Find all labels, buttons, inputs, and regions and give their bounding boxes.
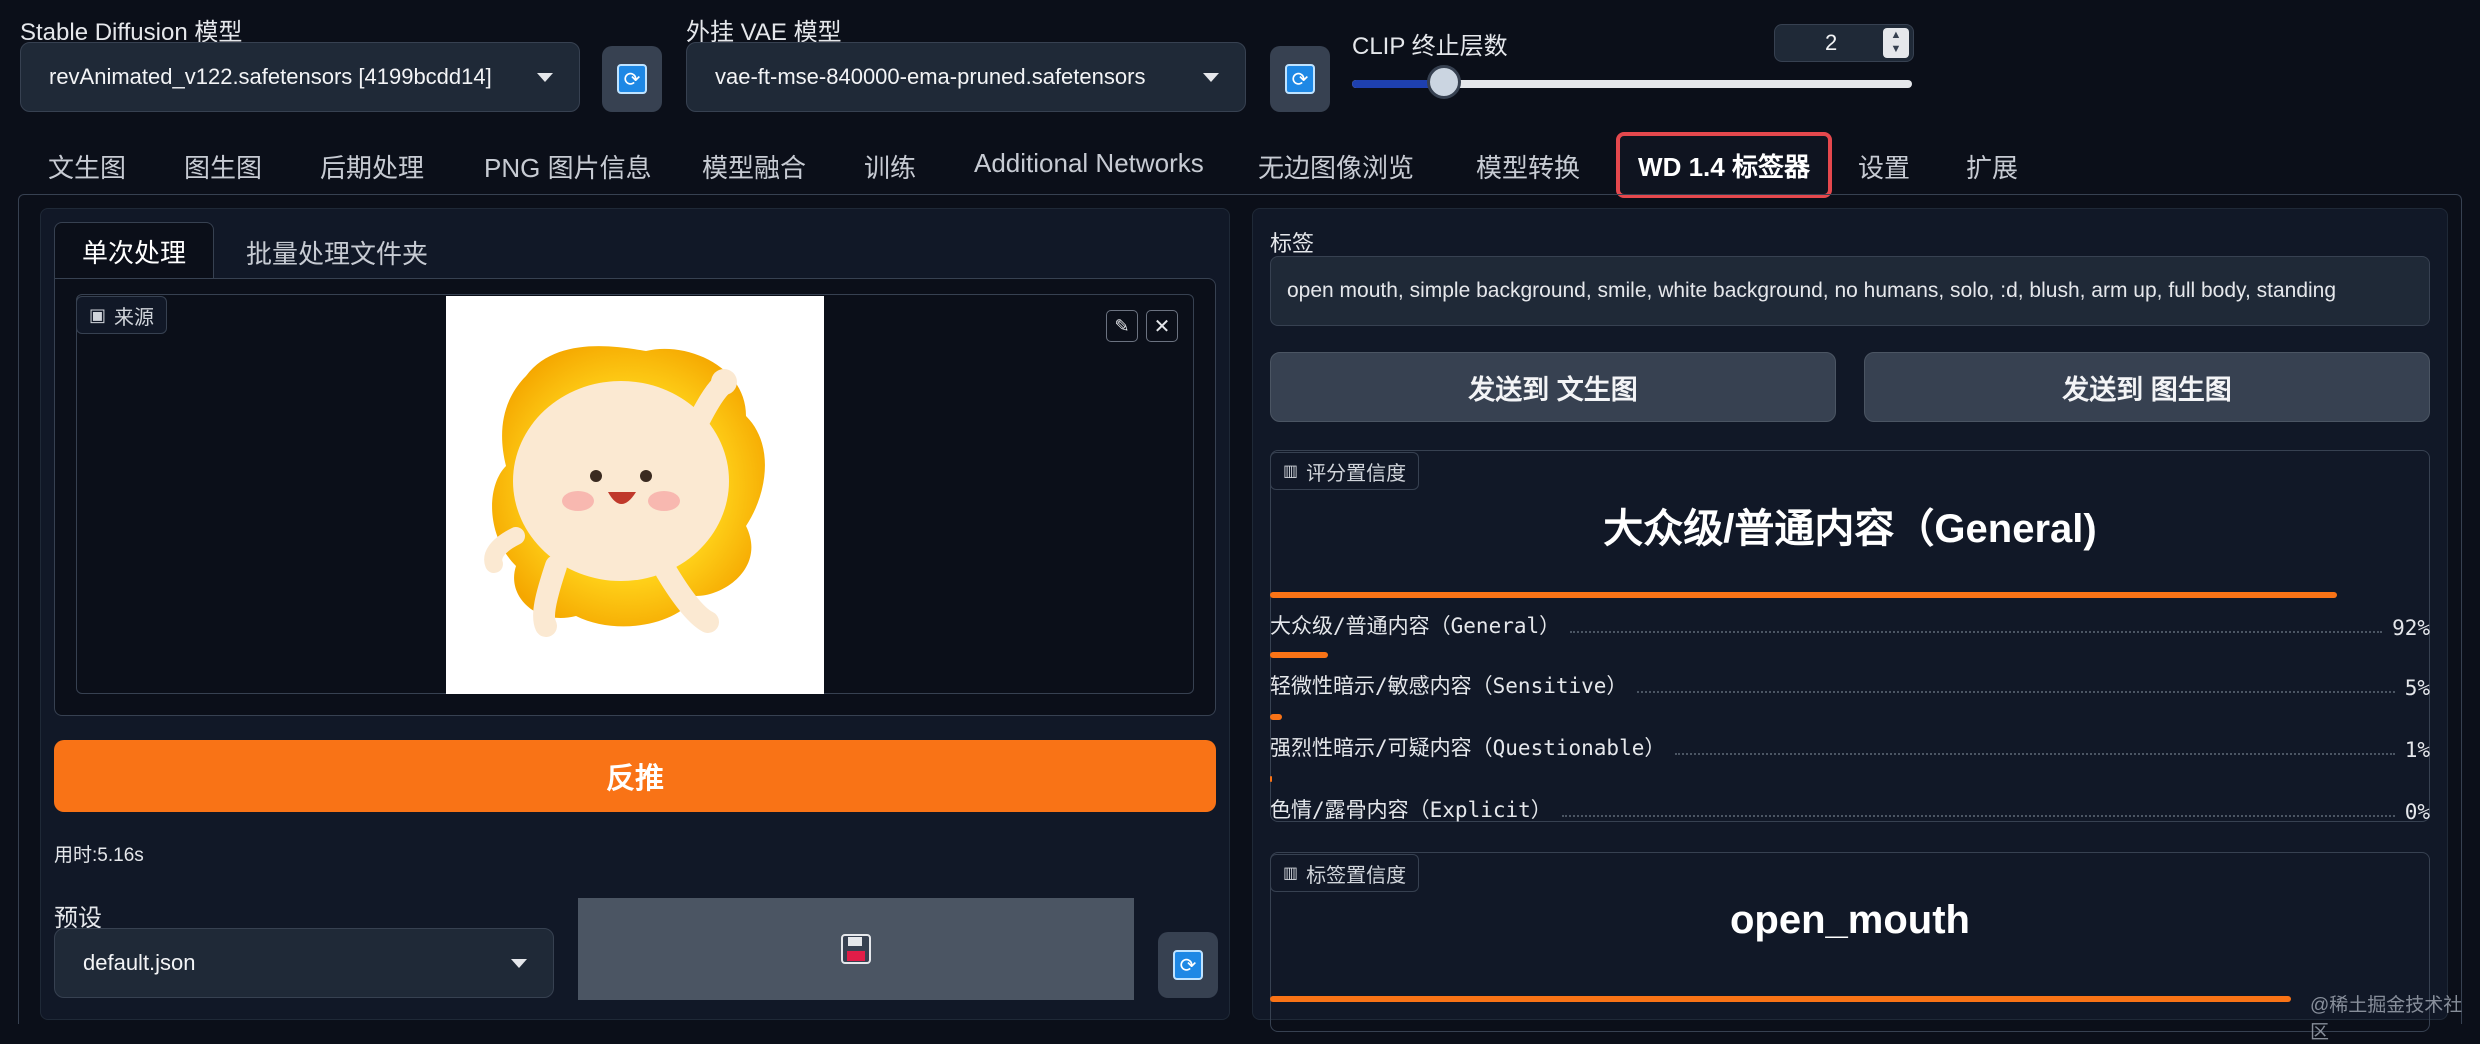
- rating-row-pct: 1%: [2404, 738, 2430, 762]
- vae-select[interactable]: vae-ft-mse-840000-ema-pruned.safetensors: [686, 42, 1246, 112]
- watermark: @稀土掘金技术社区: [2310, 995, 2463, 1043]
- rating-bar: [1270, 714, 1282, 720]
- preset-refresh-button[interactable]: ⟳: [1158, 932, 1218, 998]
- tag-top-label: open_mouth: [1730, 898, 1970, 942]
- rating-badge: ▥ 评分置信度: [1270, 452, 1420, 490]
- clip-number-input[interactable]: 2 ▲ ▼: [1774, 24, 1914, 62]
- tab-merge[interactable]: 模型融合: [702, 148, 806, 185]
- close-icon[interactable]: ✕: [1146, 310, 1178, 342]
- tab-wd14-tagger[interactable]: WD 1.4 标签器: [1616, 132, 1832, 198]
- rating-top-label: 大众级/普通内容（General): [1603, 507, 2097, 551]
- tag-confidence-label: 标签置信度: [1306, 864, 1407, 887]
- edit-icon[interactable]: ✎: [1106, 310, 1138, 342]
- clip-value: 2: [1825, 30, 1838, 55]
- rating-row-label: 轻微性暗示/敏感内容（Sensitive）: [1270, 674, 1628, 698]
- tab-extras[interactable]: 后期处理: [320, 148, 424, 185]
- rating-bar: [1270, 592, 2338, 598]
- floppy-icon: [841, 934, 871, 964]
- rating-bar: [1270, 652, 1328, 658]
- tab-txt2img[interactable]: 文生图: [48, 148, 126, 185]
- source-label: 来源: [114, 306, 155, 329]
- tab-train[interactable]: 训练: [864, 148, 916, 185]
- refresh-icon: ⟳: [617, 64, 647, 94]
- tag-confidence-badge: ▥ 标签置信度: [1270, 854, 1420, 892]
- refresh-icon: ⟳: [1173, 950, 1203, 980]
- vae-refresh-button[interactable]: ⟳: [1270, 46, 1330, 112]
- tab-png-info[interactable]: PNG 图片信息: [484, 148, 652, 185]
- vae-value: vae-ft-mse-840000-ema-pruned.safetensors: [715, 64, 1146, 89]
- tab-extensions[interactable]: 扩展: [1966, 148, 2018, 185]
- clip-slider-thumb[interactable]: [1426, 65, 1461, 99]
- tags-label: 标签: [1270, 231, 1315, 256]
- chevron-down-icon: [537, 73, 553, 82]
- rating-bar: [1270, 776, 1272, 782]
- chevron-down-icon: [1203, 73, 1219, 82]
- send-to-txt2img-button[interactable]: 发送到 文生图: [1270, 352, 1836, 422]
- tags-textarea[interactable]: open mouth, simple background, smile, wh…: [1270, 256, 2430, 326]
- rating-row: 强烈性暗示/可疑内容（Questionable） 1%: [1270, 728, 2430, 762]
- chevron-down-icon: [511, 959, 527, 968]
- interrogate-button[interactable]: 反推: [54, 740, 1216, 812]
- source-badge: ▣ 来源: [76, 296, 168, 334]
- tab-settings[interactable]: 设置: [1858, 148, 1910, 185]
- tab-additional-networks[interactable]: Additional Networks: [974, 148, 1204, 179]
- rating-row-pct: 5%: [2404, 676, 2430, 700]
- tab-img2img[interactable]: 图生图: [184, 148, 262, 185]
- refresh-icon: ⟳: [1285, 64, 1315, 94]
- send-to-img2img-button[interactable]: 发送到 图生图: [1864, 352, 2430, 422]
- sd-model-refresh-button[interactable]: ⟳: [602, 46, 662, 112]
- tab-image-browser[interactable]: 无边图像浏览: [1258, 148, 1414, 185]
- preset-value: default.json: [83, 950, 196, 975]
- source-image: [446, 296, 824, 694]
- save-preset-button[interactable]: [578, 898, 1134, 1000]
- preset-select[interactable]: default.json: [54, 928, 554, 998]
- clip-label: CLIP 终止层数: [1352, 33, 1508, 60]
- bar-chart-icon: ▥: [1283, 463, 1299, 480]
- rating-row-label: 强烈性暗示/可疑内容（Questionable）: [1270, 736, 1666, 760]
- rating-row-label: 大众级/普通内容（General）: [1270, 614, 1561, 638]
- bar-chart-icon: ▥: [1283, 865, 1299, 882]
- time-text: 用时:5.16s: [54, 845, 144, 866]
- rating-row: 色情/露骨内容（Explicit） 0%: [1270, 790, 2430, 824]
- rating-label: 评分置信度: [1306, 462, 1407, 485]
- tag-top-bar: [1270, 996, 2291, 1002]
- rating-row-pct: 92%: [2392, 616, 2430, 640]
- subtab-single[interactable]: 单次处理: [54, 222, 214, 280]
- rating-row: 轻微性暗示/敏感内容（Sensitive） 5%: [1270, 666, 2430, 700]
- stepper-arrows-icon[interactable]: ▲ ▼: [1883, 28, 1909, 58]
- rating-row-label: 色情/露骨内容（Explicit）: [1270, 798, 1552, 822]
- subtab-batch-folder[interactable]: 批量处理文件夹: [246, 234, 428, 271]
- image-icon: ▣: [89, 304, 107, 325]
- rating-row-pct: 0%: [2404, 800, 2430, 824]
- sd-model-select[interactable]: revAnimated_v122.safetensors [4199bcdd14…: [20, 42, 580, 112]
- rating-row: 大众级/普通内容（General） 92%: [1270, 606, 2430, 640]
- tab-model-convert[interactable]: 模型转换: [1476, 148, 1580, 185]
- sd-model-value: revAnimated_v122.safetensors [4199bcdd14…: [49, 64, 492, 89]
- clip-slider-track[interactable]: [1352, 65, 1912, 99]
